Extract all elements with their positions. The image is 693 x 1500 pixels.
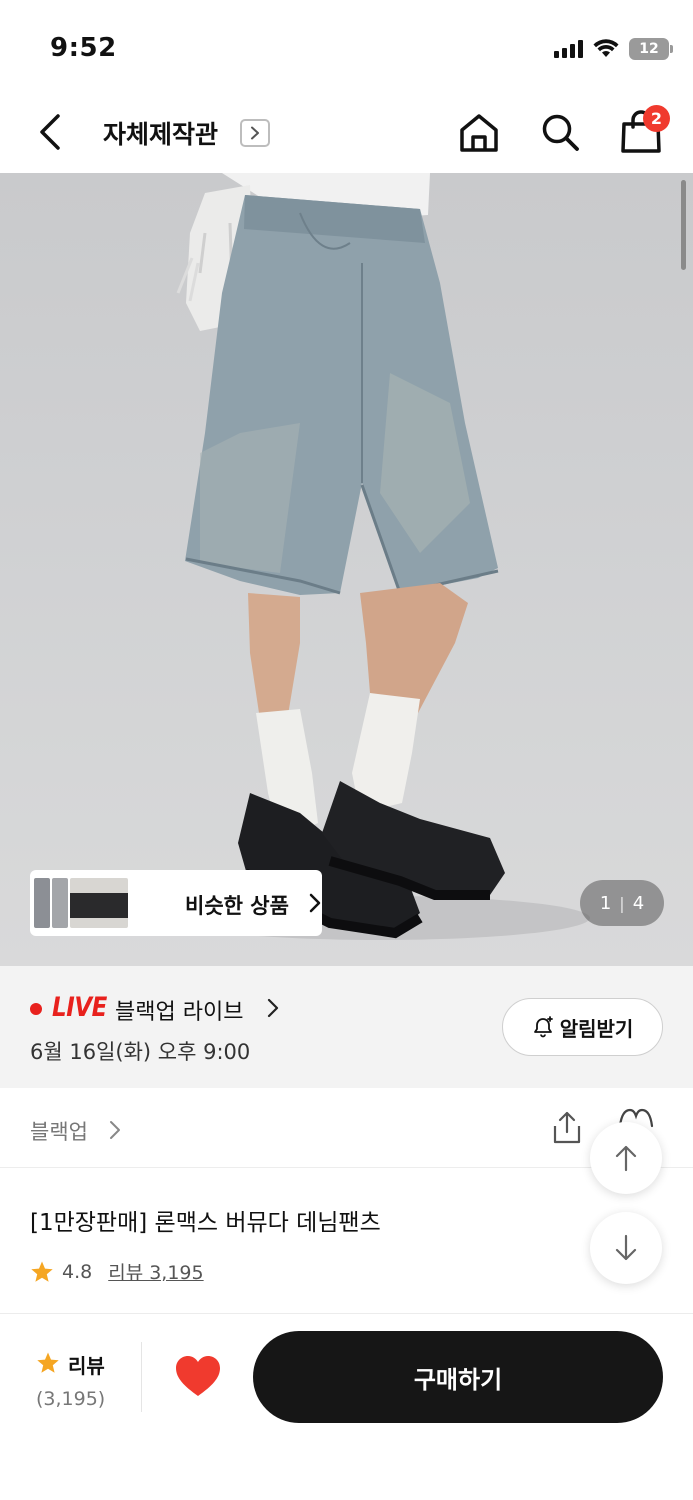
scroll-down-button[interactable] xyxy=(590,1212,662,1284)
scroll-up-button[interactable] xyxy=(590,1122,662,1194)
review-summary-count: (3,195) xyxy=(36,1388,106,1410)
cellular-signal-icon xyxy=(554,40,583,58)
product-photo xyxy=(170,173,590,940)
live-banner[interactable]: LIVE 블랙업 라이브 6월 16일(화) 오후 9:00 알림받기 xyxy=(0,966,693,1088)
status-icons: 12 xyxy=(554,38,673,60)
image-page-indicator: 1 | 4 xyxy=(580,880,664,926)
bell-plus-icon xyxy=(533,1016,553,1038)
product-image[interactable]: 비슷한 상품 1 | 4 xyxy=(0,173,693,966)
title-chevron-button[interactable] xyxy=(240,119,270,147)
rating-value: 4.8 xyxy=(62,1260,93,1283)
similar-thumbnail xyxy=(32,876,52,930)
chevron-right-icon xyxy=(110,1121,120,1139)
buy-button[interactable]: 구매하기 xyxy=(253,1331,663,1423)
scroll-indicator xyxy=(681,180,686,270)
chevron-right-icon xyxy=(309,893,321,913)
review-summary-button[interactable]: 리뷰 (3,195) xyxy=(30,1348,130,1418)
page-separator: | xyxy=(619,893,625,913)
similar-products-label: 비슷한 상품 xyxy=(185,894,289,918)
live-title[interactable]: 블랙업 라이브 xyxy=(115,994,243,1026)
divider xyxy=(141,1342,142,1412)
total-pages: 4 xyxy=(632,892,645,914)
star-icon xyxy=(37,1352,59,1373)
similar-thumbnails xyxy=(30,870,134,936)
notify-button-label: 알림받기 xyxy=(559,1016,634,1041)
review-link[interactable]: 리뷰 3,195 xyxy=(108,1258,203,1285)
cart-count-badge: 2 xyxy=(643,105,670,132)
wifi-icon xyxy=(593,39,619,57)
share-icon[interactable] xyxy=(549,1110,585,1146)
bottom-action-bar: 리뷰 (3,195) 구매하기 xyxy=(0,1313,693,1500)
review-summary-label: 리뷰 xyxy=(68,1354,105,1378)
live-tag: LIVE xyxy=(52,992,107,1023)
heart-icon[interactable] xyxy=(174,1354,222,1398)
back-icon[interactable] xyxy=(30,110,74,154)
chevron-right-icon xyxy=(251,126,259,140)
home-icon[interactable] xyxy=(456,110,502,156)
star-icon xyxy=(31,1261,53,1282)
arrow-down-icon xyxy=(615,1234,637,1261)
live-dot xyxy=(30,1003,42,1015)
notify-button[interactable]: 알림받기 xyxy=(502,998,663,1056)
current-page: 1 xyxy=(599,892,612,914)
battery-level: 12 xyxy=(639,41,659,57)
page-title[interactable]: 자체제작관 xyxy=(103,115,218,151)
live-datetime: 6월 16일(화) 오후 9:00 xyxy=(30,1040,251,1064)
arrow-up-icon xyxy=(615,1145,637,1172)
similar-products-button[interactable]: 비슷한 상품 xyxy=(30,870,322,936)
brand-link[interactable]: 블랙업 xyxy=(30,1116,88,1146)
battery-indicator: 12 xyxy=(629,38,673,60)
search-icon[interactable] xyxy=(538,110,582,154)
similar-thumbnail xyxy=(68,876,130,930)
product-title: [1만장판매] 론맥스 버뮤다 데님팬츠 xyxy=(30,1210,381,1236)
status-time: 9:52 xyxy=(50,33,117,63)
nav-bar: 자체제작관 2 xyxy=(0,95,693,173)
similar-thumbnail xyxy=(50,876,70,930)
rating-row: 4.8 리뷰 3,195 xyxy=(30,1258,204,1285)
status-bar: 9:52 12 xyxy=(0,0,693,95)
chevron-right-icon xyxy=(267,998,279,1018)
